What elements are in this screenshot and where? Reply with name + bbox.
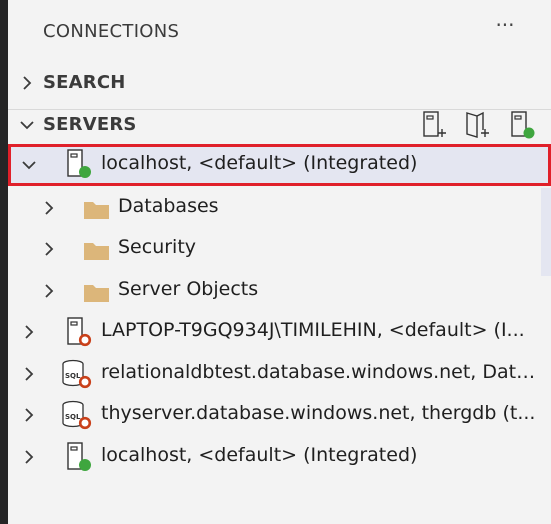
- server-label: LAPTOP-T9GQ934J\TIMILEHIN, <default> (I.…: [101, 319, 525, 341]
- tree-item-databases[interactable]: Databases: [8, 189, 551, 227]
- tree-item-label: Databases: [118, 195, 219, 217]
- folder-icon: [84, 202, 109, 219]
- folder-icon: [84, 243, 109, 260]
- server-connected-icon: [67, 149, 91, 178]
- section-search-header[interactable]: SEARCH: [8, 68, 551, 98]
- section-servers-header[interactable]: SERVERS: [8, 109, 551, 140]
- folder-icon: [84, 285, 109, 302]
- svg-text:SQL: SQL: [65, 413, 81, 421]
- section-servers-label: SERVERS: [43, 114, 137, 135]
- tree-item-label: Server Objects: [118, 278, 259, 300]
- activity-bar-edge: [0, 0, 8, 524]
- server-connected-icon: [67, 442, 91, 471]
- server-label: localhost, <default> (Integrated): [101, 152, 418, 174]
- server-node-relationaldbtest[interactable]: SQL relationaldbtest.database.windows.ne…: [8, 355, 551, 393]
- connections-panel: CONNECTIONS ··· SEARCH SERVERS localhost…: [8, 0, 551, 524]
- chevron-right-icon: [45, 242, 54, 256]
- scrollbar-thumb[interactable]: [541, 188, 551, 276]
- chevron-right-icon: [25, 408, 34, 422]
- sql-database-disconnected-icon: SQL: [62, 359, 92, 389]
- chevron-right-icon: [45, 201, 54, 215]
- more-actions-button[interactable]: ···: [492, 14, 518, 40]
- panel-title: CONNECTIONS: [43, 21, 180, 42]
- tree-item-label: Security: [118, 236, 197, 258]
- new-server-group-icon[interactable]: [462, 110, 492, 140]
- tree-item-server-objects[interactable]: Server Objects: [8, 272, 551, 310]
- server-label: relationaldbtest.database.windows.net, D…: [101, 361, 541, 383]
- server-node-thyserver[interactable]: SQL thyserver.database.windows.net, ther…: [8, 396, 551, 434]
- section-search-label: SEARCH: [43, 72, 126, 93]
- chevron-right-icon: [45, 284, 54, 298]
- chevron-right-icon: [23, 76, 32, 90]
- chevron-down-icon: [22, 161, 36, 170]
- new-connection-icon[interactable]: [418, 110, 448, 140]
- server-label: localhost, <default> (Integrated): [101, 444, 418, 466]
- chevron-down-icon: [20, 121, 34, 130]
- sql-database-disconnected-icon: SQL: [62, 400, 92, 430]
- chevron-right-icon: [25, 325, 34, 339]
- server-disconnected-icon: [67, 317, 92, 347]
- server-node-localhost-selected[interactable]: localhost, <default> (Integrated): [8, 144, 551, 186]
- server-node-localhost[interactable]: localhost, <default> (Integrated): [8, 438, 551, 476]
- chevron-right-icon: [25, 367, 34, 381]
- chevron-right-icon: [25, 450, 34, 464]
- server-label: thyserver.database.windows.net, thergdb …: [101, 402, 536, 424]
- svg-text:SQL: SQL: [65, 372, 81, 380]
- show-active-connections-icon[interactable]: [506, 110, 536, 140]
- server-node-laptop[interactable]: LAPTOP-T9GQ934J\TIMILEHIN, <default> (I.…: [8, 313, 551, 351]
- tree-item-security[interactable]: Security: [8, 230, 551, 268]
